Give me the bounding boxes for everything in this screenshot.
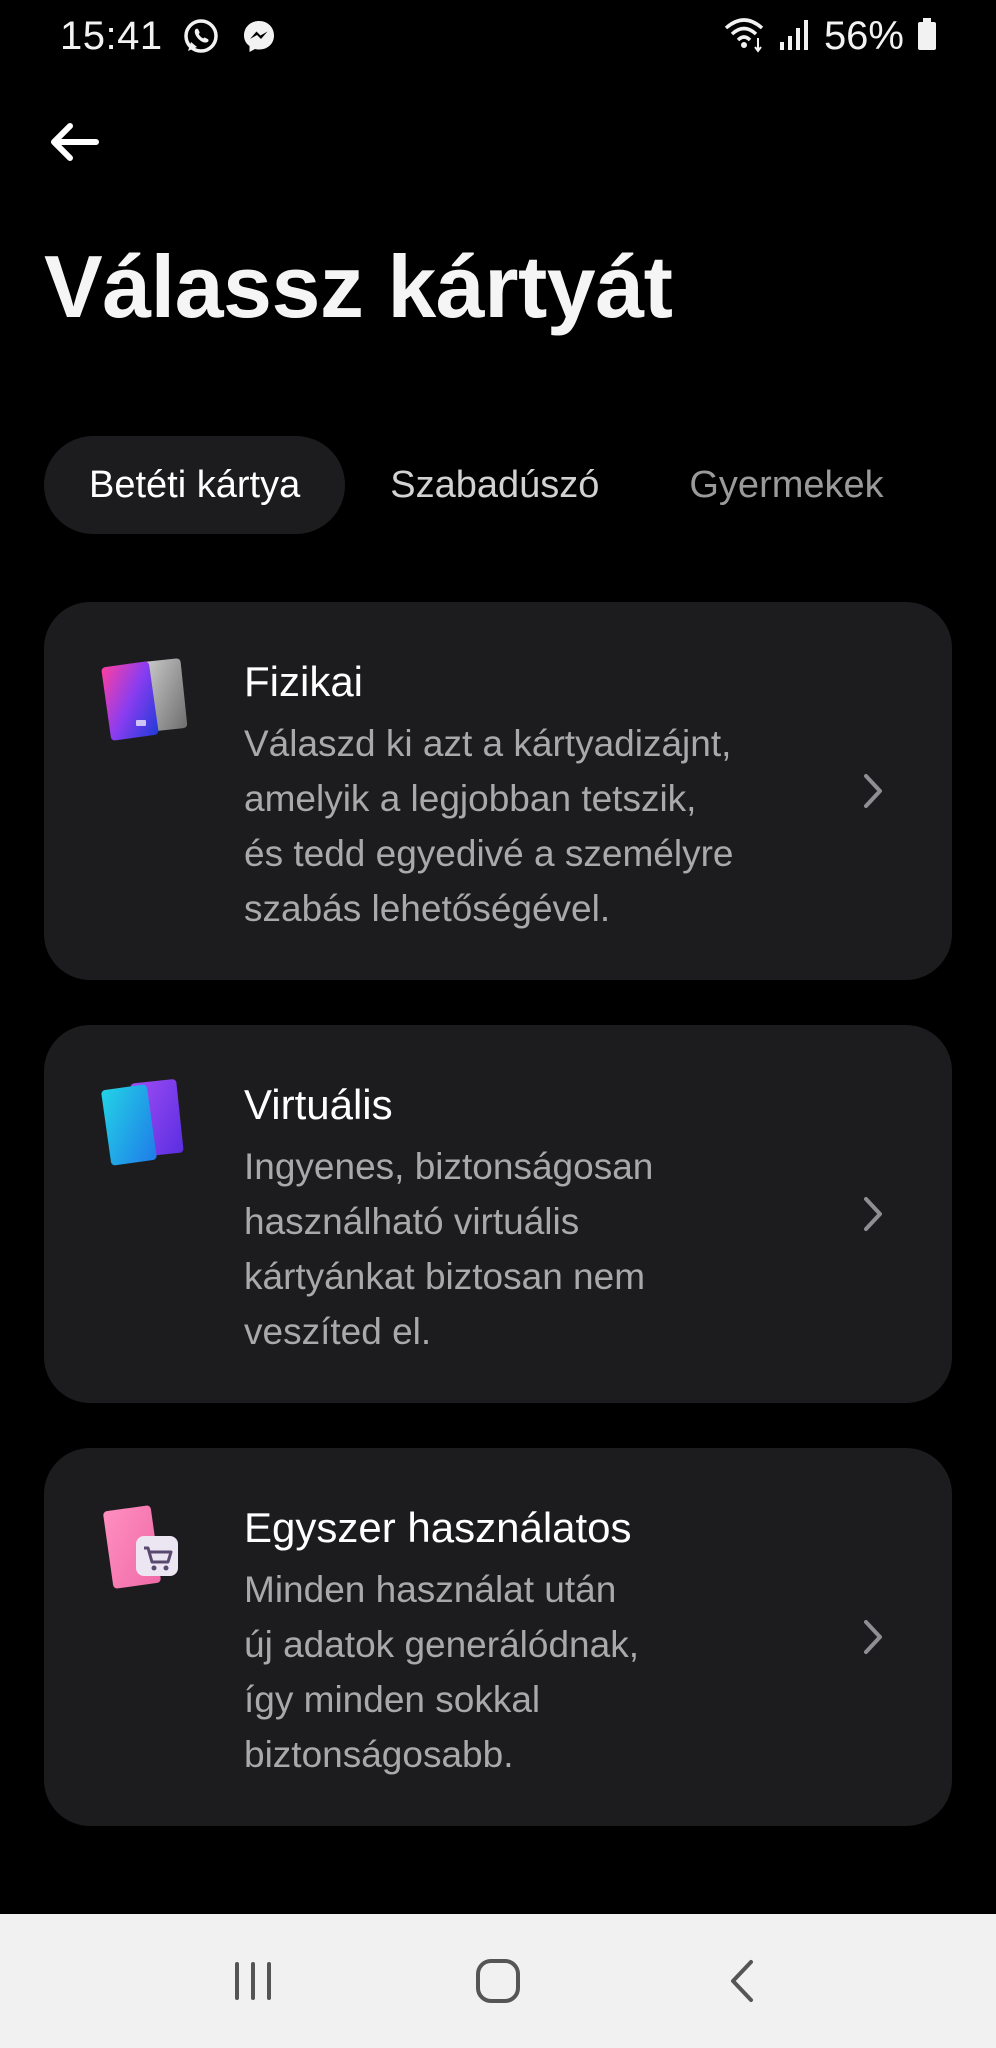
home-button[interactable]	[458, 1941, 538, 2021]
page-title: Válassz kártyát	[44, 237, 673, 336]
option-description: Válaszd ki azt a kártyadizájnt, amelyik …	[244, 716, 804, 936]
recents-button[interactable]	[213, 1941, 293, 2021]
option-description-line: biztonságosabb.	[244, 1734, 514, 1775]
tab-debit-card[interactable]: Betéti kártya	[44, 436, 346, 534]
chevron-right-icon	[864, 1620, 882, 1654]
option-description-line: amelyik a legjobban tetszik,	[244, 778, 697, 819]
option-title: Fizikai	[244, 658, 364, 705]
status-left: 15:41	[60, 14, 279, 59]
option-title: Egyszer használatos	[244, 1504, 632, 1551]
back-icon	[731, 1960, 754, 2002]
option-description-line: új adatok generálódnak,	[244, 1624, 639, 1665]
option-description-line: használható virtuális	[244, 1201, 580, 1242]
home-icon	[475, 1959, 520, 2003]
option-description-line: Ingyenes, biztonságosan	[244, 1146, 654, 1187]
card-type-tabs: Betéti kártya Szabadúszó Gyermekek	[44, 436, 996, 534]
option-card-virtual[interactable]: Virtuális Ingyenes, biztonságosan haszná…	[44, 1025, 952, 1403]
tab-freelancer[interactable]: Szabadúszó	[345, 436, 644, 534]
status-time: 15:41	[60, 13, 163, 58]
system-back-button[interactable]	[703, 1941, 783, 2021]
chevron-right-icon	[864, 774, 882, 808]
option-description-line: így minden sokkal	[244, 1679, 541, 1720]
option-description: Ingyenes, biztonságosan használható virt…	[244, 1139, 804, 1359]
wifi-icon	[722, 14, 766, 59]
option-card-physical[interactable]: Fizikai Válaszd ki azt a kártyadizájnt, …	[44, 602, 952, 980]
physical-card-icon	[100, 654, 190, 754]
option-description-line: veszíted el.	[244, 1311, 432, 1352]
chevron-right-icon	[864, 1197, 882, 1231]
single-use-card-icon	[100, 1500, 190, 1600]
status-bar: 15:41 56%	[0, 0, 996, 72]
whatsapp-icon	[181, 16, 221, 56]
arrow-left-icon	[51, 123, 99, 161]
tab-children[interactable]: Gyermekek	[644, 436, 928, 534]
battery-icon	[916, 14, 938, 59]
option-title: Virtuális	[244, 1081, 393, 1128]
status-right: 56%	[722, 14, 938, 59]
option-description-line: kártyánkat biztosan nem	[244, 1256, 646, 1297]
virtual-card-icon	[100, 1077, 190, 1177]
option-card-single-use[interactable]: Egyszer használatos Minden használat utá…	[44, 1448, 952, 1826]
option-description-line: Minden használat után	[244, 1569, 617, 1610]
option-description: Minden használat után új adatok generáló…	[244, 1562, 804, 1782]
option-description-line: Válaszd ki azt a kártyadizájnt,	[244, 723, 732, 764]
battery-percent: 56%	[823, 13, 904, 58]
back-button[interactable]	[40, 112, 108, 172]
option-description-line: és tedd egyedivé a személyre	[244, 833, 734, 874]
option-description-line: szabás lehetőségével.	[244, 888, 611, 929]
messenger-icon	[239, 16, 279, 56]
signal-icon	[778, 14, 812, 59]
screen: 15:41 56% Válassz kártyát Betéti kártya …	[0, 0, 996, 2048]
system-nav-bar	[0, 1914, 996, 2048]
recents-icon	[234, 1962, 271, 2000]
